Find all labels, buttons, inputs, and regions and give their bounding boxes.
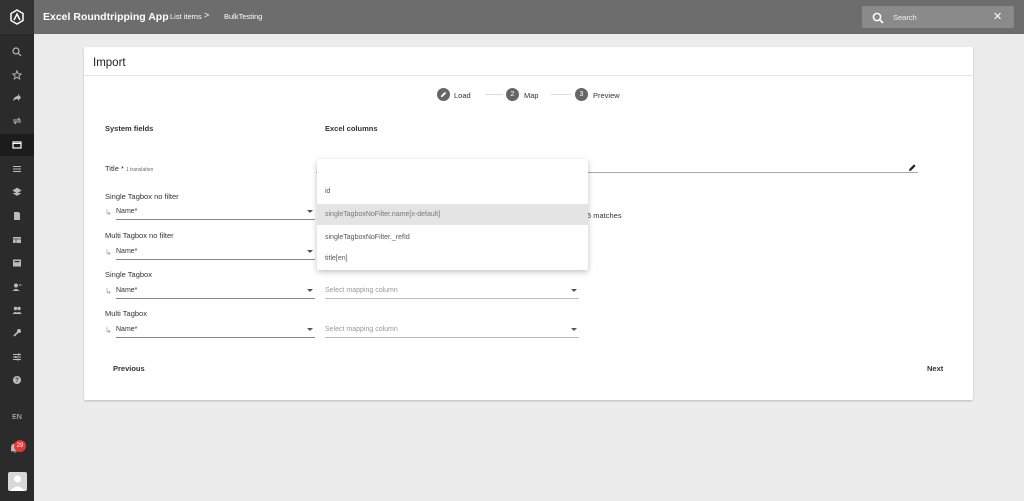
caret-down-icon (307, 250, 313, 253)
search-icon[interactable] (0, 41, 34, 63)
sub-arrow-icon: ↳ (105, 248, 112, 257)
select-placeholder: Select mapping column (325, 326, 398, 333)
multi-nofilter-name-select[interactable]: Name* (116, 248, 315, 260)
step-number-3[interactable]: 3 (575, 88, 588, 101)
single-name-select[interactable]: Name* (116, 287, 315, 299)
step-map[interactable]: Map (524, 91, 539, 100)
pencil-icon[interactable] (437, 88, 450, 101)
translation-note: 1 translation (126, 167, 154, 173)
breadcrumb-list-items[interactable]: List items (170, 12, 202, 21)
table-icon[interactable] (0, 229, 34, 251)
chevron-right-icon: > (204, 10, 210, 20)
sub-arrow-icon: ↳ (105, 208, 112, 217)
star-icon[interactable] (0, 64, 34, 86)
dropdown-option-title-en[interactable]: title[en] (317, 248, 588, 269)
document-icon[interactable] (0, 205, 34, 227)
notification-badge: 29 (14, 440, 26, 452)
window-icon[interactable] (0, 134, 34, 156)
top-bar: Excel Roundtripping App List items > Bul… (34, 0, 1024, 34)
caret-down-icon (307, 289, 313, 292)
logo-icon (10, 9, 24, 25)
single-tagbox-no-filter-label: Single Tagbox no filter (105, 192, 179, 201)
edit-icon[interactable] (908, 159, 917, 177)
matches-count: 5 matches (587, 211, 622, 220)
help-icon[interactable]: ? (0, 369, 34, 391)
search-icon (872, 11, 884, 29)
multi-mapping-select[interactable]: Select mapping column (325, 326, 579, 338)
id-card-icon[interactable] (0, 252, 34, 274)
multi-tagbox-label: Multi Tagbox (105, 309, 147, 318)
language-switcher[interactable]: EN (0, 414, 34, 421)
people-icon[interactable] (0, 299, 34, 321)
multi-name-select[interactable]: Name* (116, 326, 315, 338)
step-connector (551, 94, 571, 95)
step-connector (485, 94, 503, 95)
select-placeholder: Select mapping column (325, 287, 398, 294)
page-title: Import (93, 57, 126, 69)
select-value: Name* (116, 326, 138, 333)
sub-arrow-icon: ↳ (105, 287, 112, 296)
previous-button[interactable]: Previous (113, 364, 145, 373)
caret-down-icon (571, 328, 577, 331)
title-label-text: Title * (105, 164, 124, 173)
app-logo[interactable] (0, 0, 34, 34)
caret-down-icon (307, 210, 313, 213)
select-value: Name* (116, 248, 138, 255)
sidebar: ? EN 29 (0, 0, 34, 501)
step-preview[interactable]: Preview (593, 91, 620, 100)
title-field-label: Title * 1 translation (105, 164, 153, 173)
single-tagbox-label: Single Tagbox (105, 270, 152, 279)
step-load[interactable]: Load (454, 91, 471, 100)
dropdown-option-id[interactable]: id (317, 181, 588, 202)
stepper: Load 2 Map 3 Preview (84, 88, 973, 102)
single-mapping-select[interactable]: Select mapping column (325, 287, 579, 299)
select-value: Name* (116, 287, 138, 294)
system-fields-header: System fields (105, 124, 154, 133)
excel-column-dropdown: id singleTagboxNoFilter.name[x-default] … (317, 159, 588, 270)
single-nofilter-name-select[interactable]: Name* (116, 208, 315, 220)
share-icon[interactable] (0, 87, 34, 109)
wrench-icon[interactable] (0, 322, 34, 344)
search-input[interactable]: Search ✕ (862, 6, 1014, 28)
layers-icon[interactable] (0, 181, 34, 203)
multi-tagbox-no-filter-label: Multi Tagbox no filter (105, 231, 174, 240)
excel-columns-header: Excel columns (325, 124, 378, 133)
dropdown-option-refid[interactable]: singleTagboxNoFilter._refId (317, 227, 588, 248)
list-icon[interactable] (0, 158, 34, 180)
select-value: Name* (116, 208, 138, 215)
divider (84, 75, 973, 76)
sub-arrow-icon: ↳ (105, 326, 112, 335)
next-button[interactable]: Next (927, 364, 943, 373)
breadcrumb-bulktesting[interactable]: BulkTesting (224, 12, 262, 21)
svg-text:?: ? (15, 378, 19, 384)
app-title: Excel Roundtripping App (43, 11, 169, 23)
step-number-2[interactable]: 2 (506, 88, 519, 101)
search-placeholder: Search (893, 13, 917, 22)
dropdown-option-selected[interactable]: singleTagboxNoFilter.name[x-default] (317, 204, 588, 225)
sync-icon[interactable] (0, 110, 34, 132)
person-icon[interactable] (0, 276, 34, 298)
close-icon[interactable]: ✕ (993, 11, 1002, 23)
caret-down-icon (307, 328, 313, 331)
avatar[interactable] (8, 472, 27, 491)
caret-down-icon (571, 289, 577, 292)
sliders-icon[interactable] (0, 346, 34, 368)
